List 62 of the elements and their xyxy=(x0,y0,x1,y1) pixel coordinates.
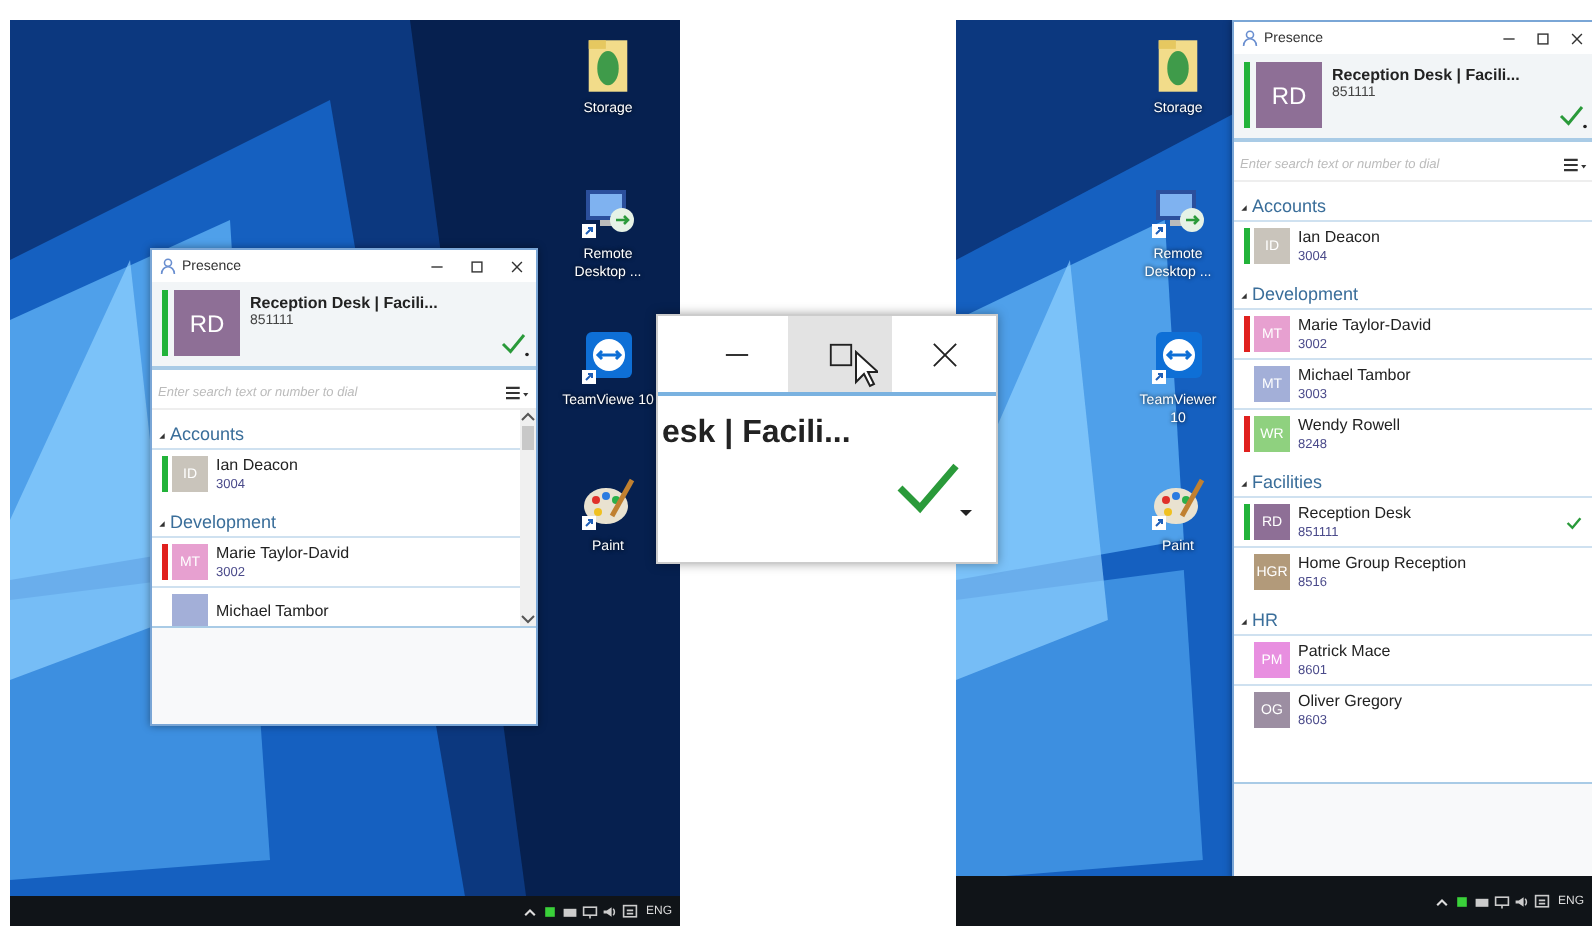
expand-caret-icon[interactable] xyxy=(1240,618,1248,626)
checkmark-dropdown-icon[interactable] xyxy=(500,330,530,358)
contact-name[interactable]: Reception Desk xyxy=(1298,503,1566,523)
maximize-icon[interactable] xyxy=(469,259,483,273)
contact-name[interactable]: Ian Deacon xyxy=(216,455,520,475)
expand-caret-icon[interactable] xyxy=(1240,292,1248,300)
group-name[interactable]: Accounts xyxy=(1252,196,1327,216)
speaker-icon[interactable] xyxy=(601,903,618,919)
device-icon[interactable] xyxy=(1473,893,1490,909)
scrollbar[interactable] xyxy=(520,410,536,626)
avatar: RD xyxy=(1256,62,1322,128)
teamviewer-icon[interactable] xyxy=(580,328,636,388)
app-status-icon[interactable] xyxy=(1453,893,1470,909)
chevron-up-icon[interactable] xyxy=(1433,893,1450,909)
person-icon xyxy=(160,258,176,274)
close-icon[interactable] xyxy=(1570,31,1584,45)
close-icon[interactable] xyxy=(931,341,957,367)
contact-name: Reception Desk | Facili... xyxy=(1332,66,1522,84)
avatar: RD xyxy=(174,290,240,356)
maximize-button[interactable] xyxy=(788,316,892,392)
maximize-icon[interactable] xyxy=(827,341,853,367)
device-icon[interactable] xyxy=(561,903,578,919)
speaker-icon[interactable] xyxy=(1513,893,1530,909)
contact-name[interactable]: Marie Taylor-David xyxy=(216,543,520,563)
group-name[interactable]: Accounts xyxy=(170,424,245,444)
expand-caret-icon[interactable] xyxy=(1240,480,1248,488)
contact-name[interactable]: Marie Taylor-David xyxy=(1298,315,1592,335)
chevron-up-icon[interactable] xyxy=(521,903,538,919)
menu-icon[interactable] xyxy=(1564,157,1588,171)
contact-name[interactable]: Patrick Mace xyxy=(1298,641,1592,661)
person-icon xyxy=(1242,30,1258,46)
teamviewer-icon[interactable] xyxy=(1150,328,1206,388)
scroll-down-icon[interactable] xyxy=(520,614,536,626)
contact-name[interactable]: Oliver Gregory xyxy=(1298,691,1592,711)
maximize-icon[interactable] xyxy=(1536,31,1550,45)
close-icon[interactable] xyxy=(509,259,523,273)
network-icon[interactable] xyxy=(1493,893,1510,909)
cursor-icon xyxy=(854,350,878,388)
app-status-icon[interactable] xyxy=(541,903,558,919)
message-icon[interactable] xyxy=(621,903,638,919)
paint-palette-icon[interactable] xyxy=(1150,474,1206,534)
contact-name[interactable]: Home Group Reception xyxy=(1298,553,1592,573)
contact-name[interactable]: Wendy Rowell xyxy=(1298,415,1592,435)
contact-name[interactable]: Ian Deacon xyxy=(1298,227,1592,247)
expand-caret-icon[interactable] xyxy=(158,432,166,440)
paint-palette-icon[interactable] xyxy=(580,474,636,534)
contact-name[interactable]: Michael Tambor xyxy=(1298,365,1592,385)
network-icon[interactable] xyxy=(581,903,598,919)
message-icon[interactable] xyxy=(1533,893,1550,909)
menu-icon[interactable] xyxy=(506,385,530,399)
group-name[interactable]: Development xyxy=(1252,284,1359,304)
expand-caret-icon[interactable] xyxy=(1240,204,1248,212)
group-name[interactable]: Development xyxy=(170,512,277,532)
checkmark-dropdown-icon[interactable] xyxy=(1558,102,1588,130)
contact-name: Reception Desk | Facili... xyxy=(250,294,440,312)
checkmark-dropdown-icon[interactable] xyxy=(894,460,974,520)
contact-name[interactable]: Michael Tambor xyxy=(216,602,520,622)
expand-caret-icon[interactable] xyxy=(158,520,166,528)
group-name[interactable]: HR xyxy=(1252,610,1278,630)
group-name[interactable]: Facilities xyxy=(1252,472,1323,492)
contact-name: esk | Facili... xyxy=(662,416,851,452)
scroll-up-icon[interactable] xyxy=(520,410,536,422)
